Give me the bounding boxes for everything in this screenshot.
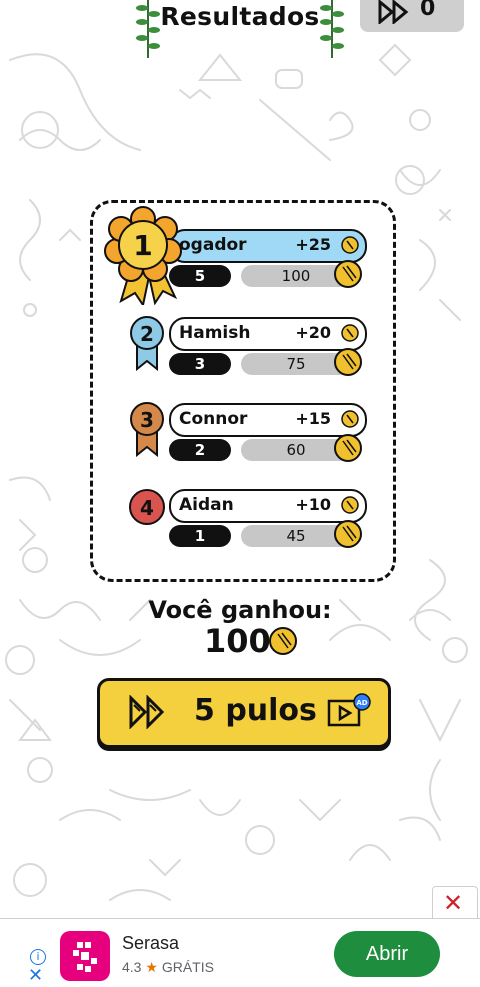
medal-rank: 1 [133,229,152,262]
skip-video-button[interactable]: 5 pulos AD [97,678,391,748]
skips-counter: 0 [360,0,464,32]
gold-medal-icon: 1 [104,206,182,305]
coin-icon [341,324,359,342]
skip-icon [378,0,409,24]
bronze-medal-icon: 3 [130,402,164,457]
results-panel: ogador +25 5 100 1 Hamish +20 3 75 2 Con… [90,200,396,582]
medal-rank: 3 [140,408,154,432]
player-name: Hamish [179,323,251,343]
player-points: +10 [295,495,331,514]
skips-count: 0 [420,0,436,21]
coin-stack-icon [334,260,362,288]
player-points: +20 [295,323,331,342]
ad-app-meta: 4.3 ★ GRÁTIS [122,959,214,976]
ad-dismiss-button[interactable]: ✕ [432,886,478,921]
star-icon: ★ [145,959,158,975]
player-level: 1 [169,525,231,547]
earnings-label: Você ganhou: [148,596,332,624]
ad-price: GRÁTIS [161,959,214,975]
fourth-place-badge-icon: 4 [129,489,165,525]
close-icon: ✕ [443,889,464,917]
ad-badge: AD [356,699,367,707]
player-name-bar: ogador +25 [169,229,367,263]
player-name: Connor [179,409,248,429]
player-points: +15 [295,409,331,428]
coin-icon [341,236,359,254]
player-name-bar: Aidan +10 [169,489,367,523]
coin-icon [269,627,297,655]
skip-button-label: 5 pulos [194,693,317,728]
medal-rank: 4 [140,496,154,520]
player-level: 3 [169,353,231,375]
ad-app-name: Serasa [122,933,180,953]
coin-icon [341,410,359,428]
coin-icon [341,496,359,514]
coin-stack-icon [334,348,362,376]
ad-open-button[interactable]: Abrir [334,931,440,977]
ad-banner[interactable]: i ✕ Serasa 4.3 ★ GRÁTIS Abrir [0,918,480,987]
skip-icon [129,695,165,729]
player-name: ogador [179,235,247,255]
player-name: Aidan [179,495,234,515]
medal-rank: 2 [140,322,154,346]
coin-stack-icon [334,520,362,548]
player-name-bar: Connor +15 [169,403,367,437]
coin-stack-icon [334,434,362,462]
leaf-decoration-right [320,0,344,58]
player-name-bar: Hamish +20 [169,317,367,351]
info-icon[interactable]: i [30,949,46,965]
player-points: +25 [295,235,331,254]
close-icon[interactable]: ✕ [28,965,43,986]
player-level: 2 [169,439,231,461]
video-ad-icon: AD [327,693,371,727]
app-logo-icon [60,931,110,981]
earnings-amount: 100 [204,622,271,660]
silver-medal-icon: 2 [130,316,164,371]
ad-rating: 4.3 [122,959,142,975]
